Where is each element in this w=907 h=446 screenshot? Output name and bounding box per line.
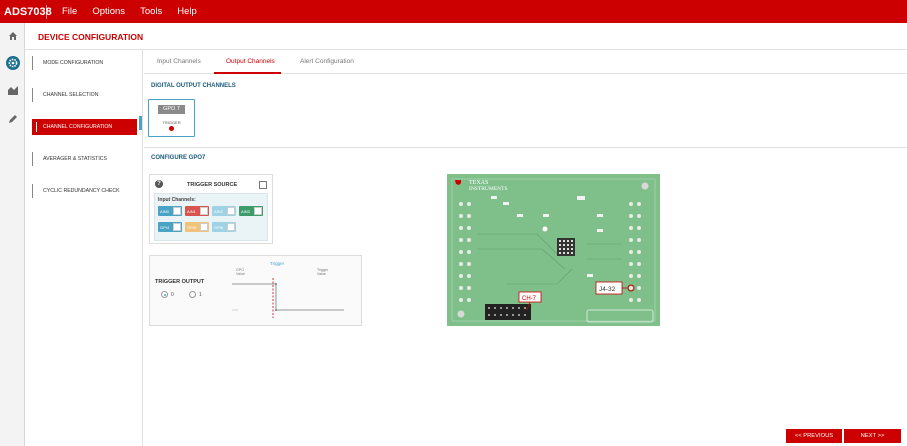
- chip-gpi5-checkbox[interactable]: [200, 223, 208, 231]
- graph-trigger-label: Trigger: [270, 261, 285, 266]
- chip-gpi6-checkbox[interactable]: [227, 223, 235, 231]
- gpo7-status-dot: [169, 126, 174, 131]
- trigger-output-panel: TRIGGER OUTPUT 0 1 Trigger GPO Value Tri…: [149, 255, 362, 326]
- pencil-icon[interactable]: [5, 111, 20, 126]
- steps-panel: MODE CONFIGURATION CHANNEL SELECTION CHA…: [25, 50, 143, 446]
- chip-ain3-checkbox[interactable]: [254, 207, 262, 215]
- menu-file[interactable]: File: [62, 6, 77, 17]
- chart-icon[interactable]: [5, 83, 20, 98]
- trigger-output-option-1-label: 1: [199, 292, 202, 298]
- chip-ain0-checkbox[interactable]: [173, 207, 181, 215]
- icon-rail: [0, 23, 25, 446]
- chip-gpi6[interactable]: GPI6: [212, 222, 236, 232]
- chip-ain2-label: AIN2: [214, 208, 223, 214]
- chip-gpi4-label: GPI4: [160, 224, 170, 230]
- gpo7-mode: TRIGGER: [162, 120, 181, 125]
- app-title: ADS7038: [0, 4, 52, 19]
- gpo7-label: GPO 7: [158, 105, 185, 114]
- callout-j4-32: J4-32: [599, 286, 616, 293]
- trigger-output-option-0-label: 0: [171, 292, 174, 298]
- chip-gpi4[interactable]: GPI4: [158, 222, 182, 232]
- chip-ain3[interactable]: AIN3: [239, 206, 263, 216]
- tab-bar: Input Channels Output Channels Alert Con…: [144, 50, 907, 74]
- chip-ain0-label: AIN0: [160, 208, 169, 214]
- chip-ain2[interactable]: AIN2: [212, 206, 236, 216]
- previous-button[interactable]: << PREVIOUS: [786, 429, 842, 443]
- top-menu-bar: ADS7038 File Options Tools Help: [0, 0, 907, 23]
- tab-alert-configuration[interactable]: Alert Configuration: [300, 58, 354, 65]
- menu-tools[interactable]: Tools: [140, 6, 162, 17]
- help-icon[interactable]: ?: [155, 180, 163, 188]
- tab-output-channels[interactable]: Output Channels: [226, 58, 275, 65]
- section-divider: [144, 147, 907, 148]
- graph-gpo-value-label: GPO Value: [236, 268, 245, 276]
- step-channel-selection[interactable]: CHANNEL SELECTION: [32, 87, 137, 103]
- chip-ain0[interactable]: AIN0: [158, 206, 182, 216]
- trigger-source-checkbox[interactable]: [259, 181, 267, 189]
- trigger-source-title: TRIGGER SOURCE: [187, 182, 238, 188]
- next-button[interactable]: NEXT >>: [844, 429, 901, 443]
- chip-gpi6-label: GPI6: [214, 224, 224, 230]
- active-tab-indicator: [214, 72, 281, 74]
- content-area: Input Channels Output Channels Alert Con…: [144, 50, 907, 446]
- input-channels-label: Input Channels:: [158, 197, 196, 203]
- step-mode-configuration[interactable]: MODE CONFIGURATION: [32, 55, 137, 71]
- chip-ain1[interactable]: AIN1: [185, 206, 209, 216]
- digital-output-heading: DIGITAL OUTPUT CHANNELS: [151, 83, 236, 89]
- chip-gpi5[interactable]: GPI5: [185, 222, 209, 232]
- page-title: DEVICE CONFIGURATION: [38, 32, 144, 42]
- trigger-output-graph: [232, 278, 344, 318]
- step-averager-statistics[interactable]: AVERAGER & STATISTICS: [32, 151, 137, 167]
- step-channel-configuration[interactable]: CHANNEL CONFIGURATION: [32, 119, 137, 135]
- chip-ain1-label: AIN1: [187, 208, 196, 214]
- tab-input-channels[interactable]: Input Channels: [157, 58, 201, 65]
- chip-ain2-checkbox[interactable]: [227, 207, 235, 215]
- trigger-output-radio-1[interactable]: [189, 291, 196, 298]
- trigger-output-title: TRIGGER OUTPUT: [155, 279, 205, 285]
- trigger-source-panel: ? TRIGGER SOURCE Input Channels: AIN0 AI…: [149, 174, 273, 244]
- evm-board-image: TEXAS INSTRUMENTS CH-7 J4-32: [447, 174, 660, 326]
- chip-ain1-checkbox[interactable]: [200, 207, 208, 215]
- evm-board-graphic: TEXAS INSTRUMENTS CH-7 J4-32: [447, 174, 660, 326]
- chip-gpi5-label: GPI5: [187, 224, 197, 230]
- chip-gpi4-checkbox[interactable]: [173, 223, 181, 231]
- graph-trigger-value-label: Trigger Value: [317, 268, 329, 276]
- input-channels-box: Input Channels: AIN0 AIN1 AIN2 AIN3 GPI4…: [154, 193, 268, 241]
- trigger-output-radio-0[interactable]: [161, 291, 168, 298]
- gpo7-card[interactable]: GPO 7 TRIGGER: [148, 99, 195, 137]
- home-icon[interactable]: [5, 28, 20, 43]
- menu-help[interactable]: Help: [177, 6, 197, 17]
- chip-ain3-label: AIN3: [241, 208, 250, 214]
- callout-ch7: CH-7: [522, 296, 537, 302]
- page-header: DEVICE CONFIGURATION: [25, 23, 907, 50]
- board-brand-line2: INSTRUMENTS: [469, 186, 508, 192]
- menu-options[interactable]: Options: [92, 6, 125, 17]
- steps-scroll-indicator: [139, 116, 142, 130]
- configure-heading: CONFIGURE GPO7: [151, 155, 206, 161]
- gear-icon[interactable]: [5, 55, 20, 70]
- step-cyclic-redundancy-check[interactable]: CYCLIC REDUNDANCY CHECK: [32, 183, 137, 199]
